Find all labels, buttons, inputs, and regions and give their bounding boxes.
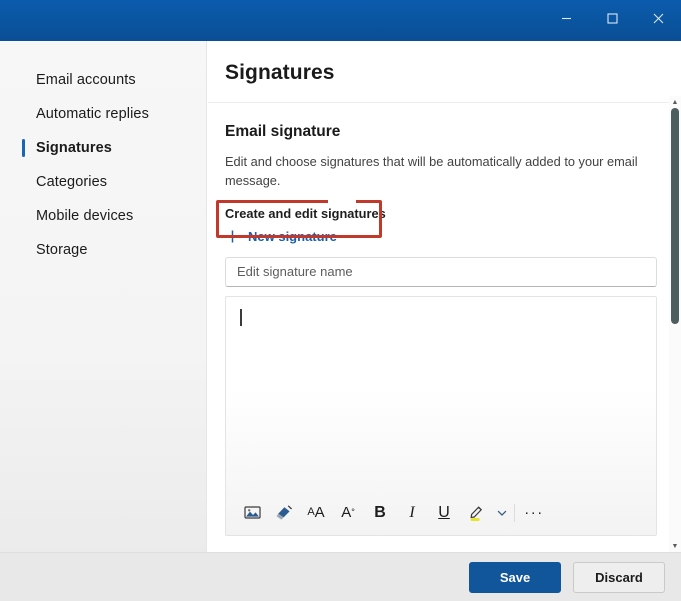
plus-icon	[225, 229, 240, 244]
sidebar-item-label: Storage	[36, 242, 88, 258]
save-button[interactable]: Save	[469, 561, 561, 593]
new-signature-button[interactable]: New signature	[225, 229, 337, 244]
format-painter-icon[interactable]	[269, 498, 299, 528]
action-bar: Save Discard	[0, 552, 681, 601]
underline-icon[interactable]: U	[429, 498, 459, 528]
section-description: Edit and choose signatures that will be …	[225, 154, 638, 189]
sidebar-item-label: Signatures	[36, 140, 112, 156]
insert-picture-icon[interactable]	[237, 498, 267, 528]
close-button[interactable]	[635, 0, 681, 36]
section-title: Email signature	[225, 123, 341, 140]
signature-editor: AA A ° B I U ···	[225, 295, 657, 536]
sidebar-item-label: Categories	[36, 174, 108, 190]
annotation-gap	[328, 198, 356, 204]
sidebar-item-mobile-devices[interactable]: Mobile devices	[0, 199, 206, 233]
bold-icon[interactable]: B	[365, 498, 395, 528]
scrollbar-thumb[interactable]	[671, 108, 679, 324]
formatting-toolbar: AA A ° B I U ···	[226, 491, 656, 535]
italic-glyph: I	[409, 503, 415, 521]
text-caret	[240, 308, 242, 326]
scroll-up-arrow-icon[interactable]: ▲	[669, 96, 681, 108]
sidebar-item-label: Mobile devices	[36, 208, 134, 224]
sidebar-item-label: Email accounts	[36, 72, 136, 88]
settings-window: Email accounts Automatic replies Signatu…	[0, 0, 681, 601]
sidebar-item-label: Automatic replies	[36, 106, 149, 122]
more-options-glyph: ···	[524, 504, 544, 522]
active-indicator	[22, 139, 25, 157]
title-bar	[0, 0, 681, 41]
underline-glyph: U	[438, 503, 450, 521]
maximize-button[interactable]	[589, 0, 635, 36]
main-content: Signatures Email signature Edit and choo…	[208, 41, 681, 552]
signature-editor-body[interactable]	[226, 297, 656, 491]
sidebar-item-storage[interactable]: Storage	[0, 233, 206, 267]
bold-glyph: B	[374, 503, 386, 521]
sidebar-item-email-accounts[interactable]: Email accounts	[0, 63, 206, 97]
italic-icon[interactable]: I	[397, 498, 427, 528]
settings-sidebar: Email accounts Automatic replies Signatu…	[0, 41, 207, 601]
discard-button[interactable]: Discard	[573, 561, 665, 593]
new-signature-label: New signature	[248, 228, 337, 244]
page-title: Signatures	[225, 61, 335, 84]
chevron-down-icon[interactable]	[493, 498, 510, 528]
signature-name-input[interactable]	[225, 256, 657, 287]
scroll-down-arrow-icon[interactable]: ▼	[669, 540, 681, 552]
more-options-icon[interactable]: ···	[519, 498, 549, 528]
highlight-icon[interactable]	[461, 498, 491, 528]
vertical-scrollbar[interactable]: ▲ ▼	[669, 96, 681, 552]
clear-formatting-icon[interactable]: A °	[333, 498, 363, 528]
create-edit-label: Create and edit signatures	[225, 205, 386, 221]
sidebar-item-signatures[interactable]: Signatures	[0, 131, 206, 165]
minimize-button[interactable]	[543, 0, 589, 36]
font-size-icon[interactable]: AA	[301, 498, 331, 528]
sidebar-item-automatic-replies[interactable]: Automatic replies	[0, 97, 206, 131]
signature-settings-panel: Email signature Edit and choose signatur…	[208, 103, 681, 536]
sidebar-item-categories[interactable]: Categories	[0, 165, 206, 199]
toolbar-divider	[514, 503, 515, 522]
